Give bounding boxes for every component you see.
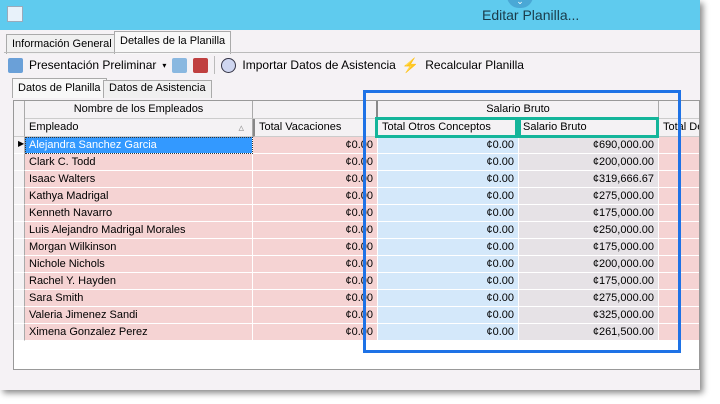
row-indicator [14,273,25,290]
cell[interactable]: Valeria Jimenez Sandi [25,307,253,324]
cell[interactable]: Ximena Gonzalez Perez [25,324,253,341]
highlight-total-otros [375,117,518,138]
clock-icon [221,57,237,73]
preview-icon [8,57,23,73]
cell[interactable]: Luis Alejandro Madrigal Morales [25,222,253,239]
row-indicator [14,154,25,171]
preview-button[interactable]: Presentación Preliminar [29,58,156,72]
row-indicator [14,324,25,341]
tab-detalles-planilla[interactable]: Detalles de la Planilla [114,31,232,54]
row-indicator [14,307,25,324]
cell[interactable]: Kenneth Navarro [25,205,253,222]
cell[interactable]: Clark C. Todd [25,154,253,171]
cell[interactable]: ¢0.00 [253,154,378,171]
row-indicator [14,222,25,239]
cell[interactable]: ¢0.00 [253,239,378,256]
cell[interactable]: ¢0.00 [253,256,378,273]
sort-icon: ▵ [238,122,244,134]
subtab-datos-planilla[interactable]: Datos de Planilla [12,78,107,98]
lightning-icon: ⚡ [401,56,420,73]
window: ⌄ Editar Planilla... Información General… [0,0,700,390]
col-empleado[interactable]: Empleado ▵ [25,119,253,137]
toolbar: Presentación Preliminar ▾ Importar Datos … [8,54,524,76]
cell[interactable]: Kathya Madrigal [25,188,253,205]
row-indicator [14,188,25,205]
cell[interactable]: ¢0.00 [253,290,378,307]
cell[interactable]: ¢0.00 [253,222,378,239]
cell[interactable]: Isaac Walters [25,171,253,188]
tab-informacion-general[interactable]: Información General [6,34,118,54]
cell[interactable]: Sara Smith [25,290,253,307]
import-button[interactable]: Importar Datos de Asistencia [242,58,395,72]
subtab-datos-asistencia[interactable]: Datos de Asistencia [103,80,212,98]
row-indicator [14,205,25,222]
window-title: Editar Planilla... [482,7,580,23]
cell[interactable]: ¢0.00 [253,188,378,205]
cell[interactable]: ¢0.00 [253,137,378,154]
band-names: Nombre de los Empleados [25,101,253,119]
cell[interactable]: Morgan Wilkinson [25,239,253,256]
row-indicator [14,256,25,273]
highlight-salario-bruto [518,117,659,138]
cell[interactable]: Rachel Y. Hayden [25,273,253,290]
export-icon[interactable] [193,57,209,73]
row-indicator: ▶ [14,137,25,154]
cell[interactable]: ¢0.00 [253,171,378,188]
row-indicator [14,239,25,256]
cell[interactable]: ¢0.00 [253,324,378,341]
row-indicator [14,171,25,188]
app-icon [7,6,23,22]
cell[interactable]: Nichole Nichols [25,256,253,273]
cell[interactable]: ¢0.00 [253,307,378,324]
cell[interactable]: Alejandra Sanchez Garcia [25,137,253,154]
recalc-button[interactable]: Recalcular Planilla [425,58,524,72]
row-indicator [14,290,25,307]
cell[interactable]: ¢0.00 [253,205,378,222]
col-total-vacaciones[interactable]: Total Vacaciones [253,119,378,137]
title-bar: ⌄ Editar Planilla... [0,0,700,30]
cell[interactable]: ¢0.00 [253,273,378,290]
search-icon[interactable] [172,57,188,73]
